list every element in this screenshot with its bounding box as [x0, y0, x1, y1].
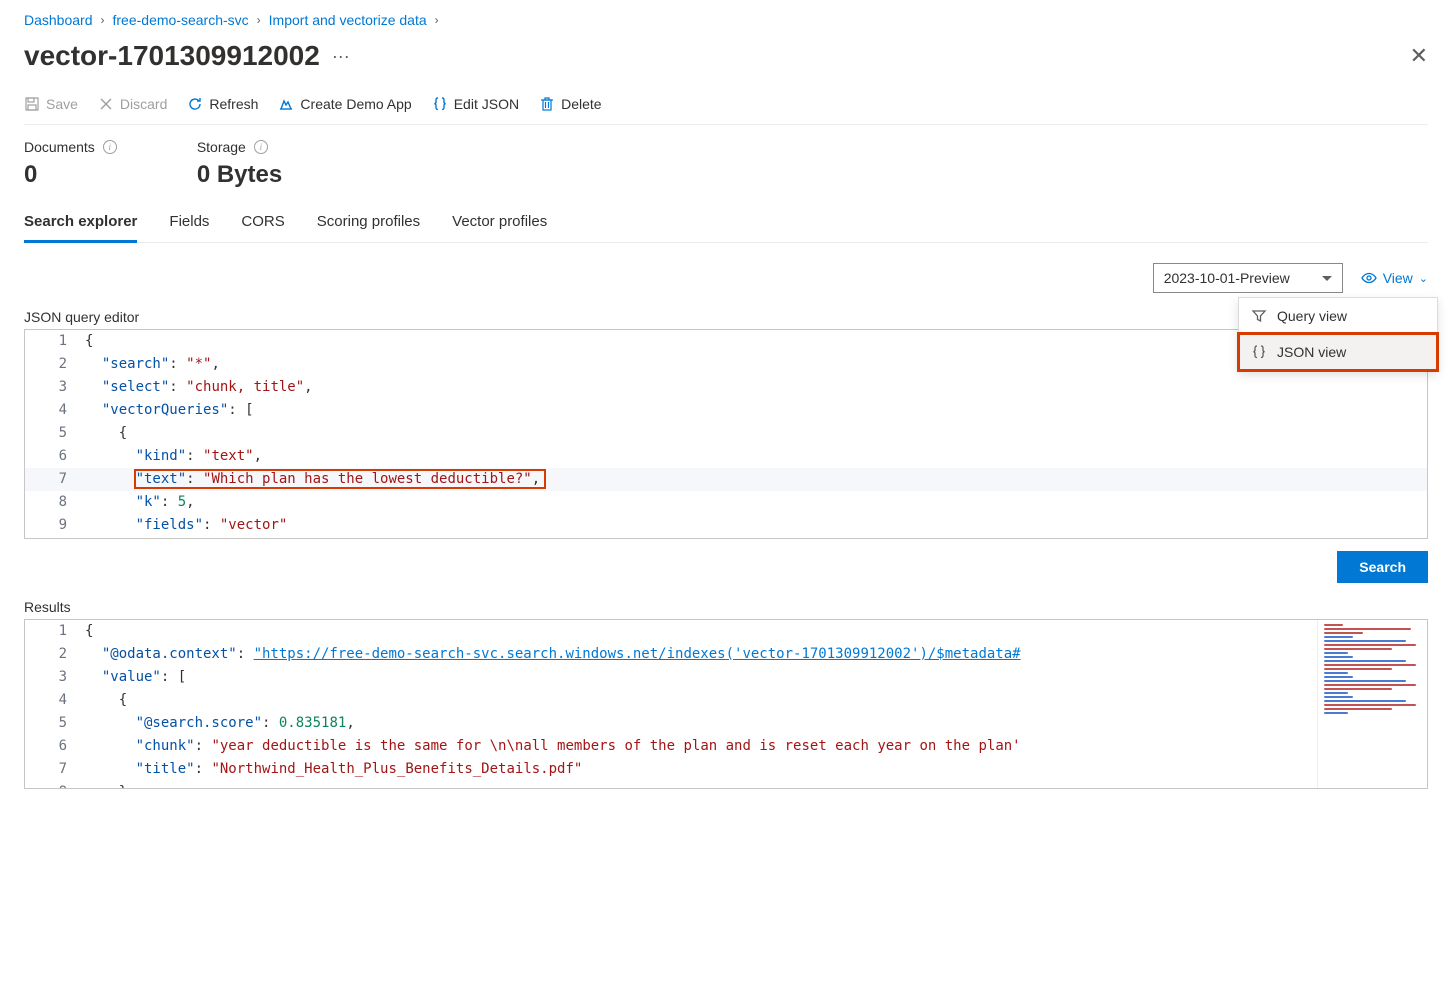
edit-json-label: Edit JSON — [454, 96, 519, 112]
breadcrumb-service[interactable]: free-demo-search-svc — [113, 12, 249, 28]
chevron-right-icon: › — [101, 13, 105, 27]
discard-icon — [98, 96, 114, 112]
stats: Documents i 0 Storage i 0 Bytes — [24, 139, 1428, 189]
api-version-select[interactable]: 2023-10-01-Preview — [1153, 263, 1343, 293]
info-icon[interactable]: i — [254, 140, 268, 154]
create-demo-button[interactable]: Create Demo App — [278, 96, 411, 112]
storage-label: Storage — [197, 139, 246, 155]
save-button[interactable]: Save — [24, 96, 78, 112]
results-editor[interactable]: 1{ 2 "@odata.context": "https://free-dem… — [24, 619, 1428, 789]
tab-scoring[interactable]: Scoring profiles — [317, 213, 420, 243]
toolbar: Save Discard Refresh Create Demo App Edi… — [24, 96, 1428, 125]
breadcrumb: Dashboard › free-demo-search-svc › Impor… — [24, 12, 1428, 28]
braces-icon — [1251, 344, 1267, 360]
storage-stat: Storage i 0 Bytes — [197, 139, 282, 189]
editor-label: JSON query editor — [24, 309, 1428, 325]
close-button[interactable]: ✕ — [1410, 43, 1428, 69]
json-query-editor[interactable]: 1{ 2 "search": "*", 3 "select": "chunk, … — [24, 329, 1428, 539]
documents-value: 0 — [24, 161, 117, 189]
documents-stat: Documents i 0 — [24, 139, 117, 189]
eye-icon — [1361, 270, 1377, 286]
view-menu-json-label: JSON view — [1277, 344, 1346, 360]
edit-json-button[interactable]: Edit JSON — [432, 96, 519, 112]
trash-icon — [539, 96, 555, 112]
api-version-value: 2023-10-01-Preview — [1164, 270, 1290, 286]
breadcrumb-import[interactable]: Import and vectorize data — [269, 12, 427, 28]
delete-button[interactable]: Delete — [539, 96, 601, 112]
discard-label: Discard — [120, 96, 167, 112]
view-dropdown[interactable]: View ⌄ — [1361, 270, 1428, 286]
view-menu-query-label: Query view — [1277, 308, 1347, 324]
tab-vector[interactable]: Vector profiles — [452, 213, 547, 243]
refresh-label: Refresh — [209, 96, 258, 112]
storage-value: 0 Bytes — [197, 161, 282, 189]
search-button[interactable]: Search — [1337, 551, 1428, 583]
save-label: Save — [46, 96, 78, 112]
view-menu-query[interactable]: Query view — [1239, 298, 1437, 334]
tab-cors[interactable]: CORS — [241, 213, 284, 243]
view-label: View — [1383, 270, 1413, 286]
view-menu: Query view JSON view — [1238, 297, 1438, 371]
braces-icon — [432, 96, 448, 112]
create-demo-label: Create Demo App — [300, 96, 411, 112]
create-demo-icon — [278, 96, 294, 112]
breadcrumb-dashboard[interactable]: Dashboard — [24, 12, 93, 28]
page-title: vector-1701309912002 — [24, 40, 320, 72]
refresh-button[interactable]: Refresh — [187, 96, 258, 112]
tab-fields[interactable]: Fields — [169, 213, 209, 243]
delete-label: Delete — [561, 96, 601, 112]
tabs: Search explorer Fields CORS Scoring prof… — [24, 213, 1428, 243]
view-menu-json[interactable]: JSON view — [1239, 334, 1437, 370]
chevron-down-icon: ⌄ — [1419, 272, 1428, 285]
more-actions-button[interactable]: ··· — [332, 46, 350, 67]
chevron-right-icon: › — [257, 13, 261, 27]
tab-search-explorer[interactable]: Search explorer — [24, 213, 137, 243]
documents-label: Documents — [24, 139, 95, 155]
filter-icon — [1251, 308, 1267, 324]
info-icon[interactable]: i — [103, 140, 117, 154]
discard-button[interactable]: Discard — [98, 96, 167, 112]
chevron-right-icon: › — [435, 13, 439, 27]
save-icon — [24, 96, 40, 112]
results-label: Results — [24, 599, 1428, 615]
refresh-icon — [187, 96, 203, 112]
